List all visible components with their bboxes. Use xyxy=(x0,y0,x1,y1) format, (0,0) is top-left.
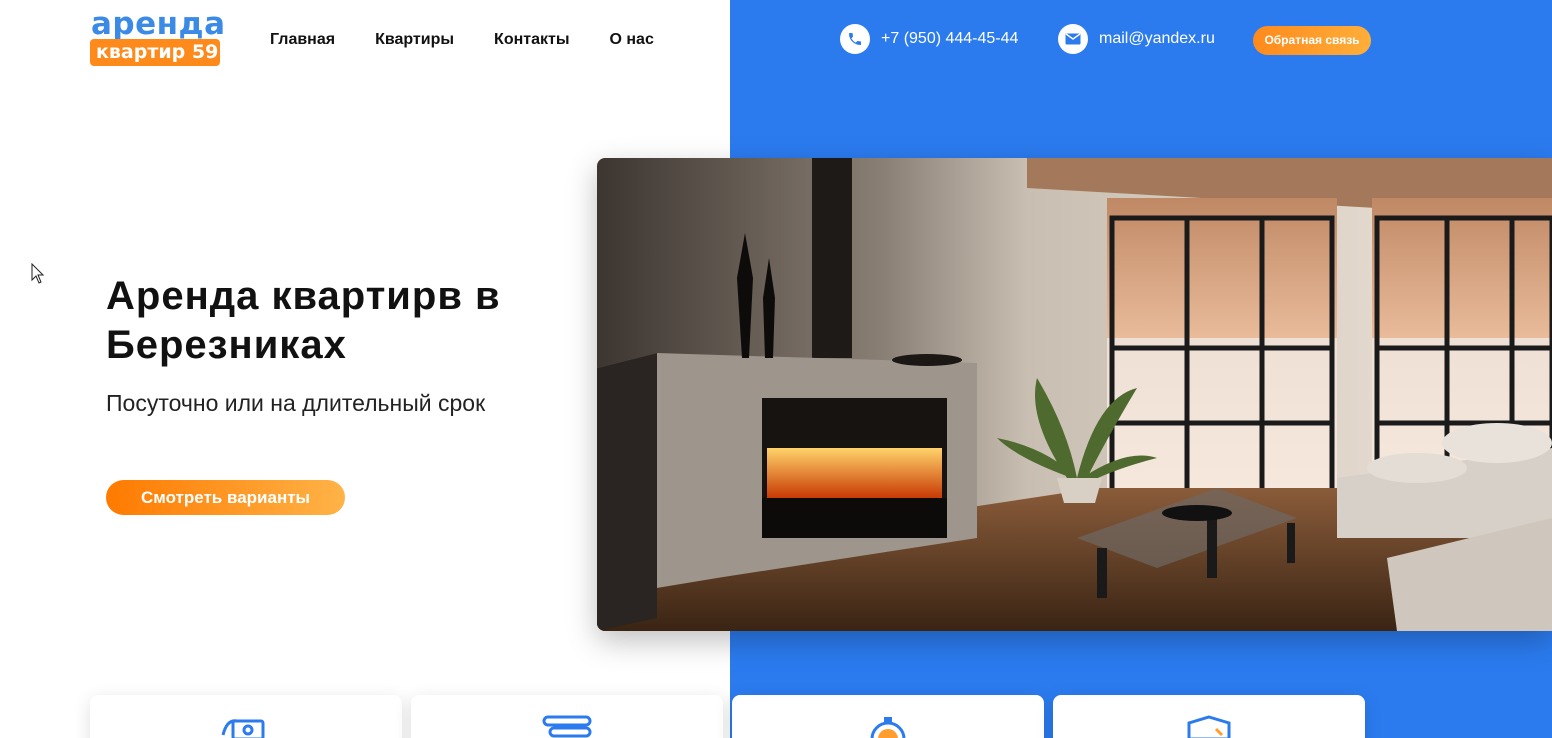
nav-link-about[interactable]: О нас xyxy=(610,30,654,50)
mouse-cursor-icon xyxy=(31,263,45,284)
mail-icon xyxy=(1058,24,1088,54)
hero-title: Аренда квартирв в Березниках xyxy=(106,274,501,367)
shield-icon xyxy=(1187,715,1231,738)
nav-link-apartments[interactable]: Квартиры xyxy=(375,30,454,50)
phone-icon xyxy=(840,24,870,54)
view-options-button[interactable]: Смотреть варианты xyxy=(106,480,345,515)
main-nav: Главная Квартиры Контакты О нас xyxy=(270,30,694,50)
nav-link-contacts[interactable]: Контакты xyxy=(494,30,569,50)
bills-icon xyxy=(542,715,592,738)
money-icon xyxy=(221,719,265,738)
header-email[interactable]: mail@yandex.ru xyxy=(1058,24,1215,54)
feature-card[interactable] xyxy=(1053,695,1365,738)
feature-card[interactable] xyxy=(90,695,402,738)
callback-button[interactable]: Обратная связь xyxy=(1253,26,1371,55)
logo-text-bottom: квартир 59 xyxy=(90,39,220,66)
header-phone[interactable]: +7 (950) 444-45-44 xyxy=(840,24,1018,54)
site-logo[interactable]: аренда квартир 59 xyxy=(90,6,225,68)
email-address: mail@yandex.ru xyxy=(1099,30,1215,47)
hero-interior-image xyxy=(597,158,1552,631)
features-row xyxy=(90,695,1365,738)
feature-card[interactable] xyxy=(732,695,1044,738)
feature-card[interactable] xyxy=(411,695,723,738)
hero-subtitle: Посуточно или на длительный срок xyxy=(106,390,486,416)
phone-number: +7 (950) 444-45-44 xyxy=(881,30,1019,47)
stopwatch-icon xyxy=(870,717,906,738)
logo-text-top: аренда xyxy=(91,6,226,42)
nav-link-home[interactable]: Главная xyxy=(270,30,335,50)
